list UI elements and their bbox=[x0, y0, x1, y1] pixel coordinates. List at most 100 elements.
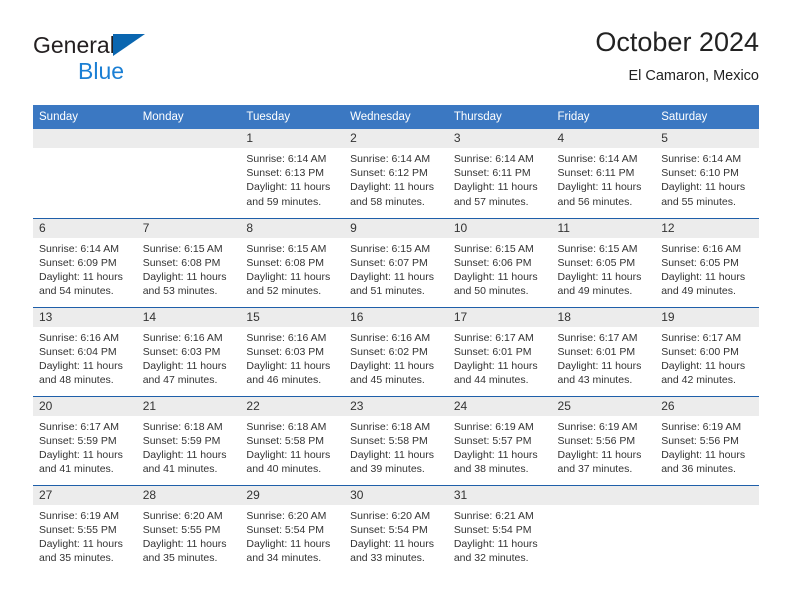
sunrise-text: Sunrise: 6:18 AM bbox=[142, 420, 223, 433]
day-cell[interactable]: 30 Sunrise: 6:20 AM Sunset: 5:54 PM Dayligh… bbox=[344, 484, 448, 574]
day-details: Sunrise: 6:16 AM Sunset: 6:04 PM Daylight:… bbox=[33, 327, 137, 388]
sunrise-text: Sunrise: 6:16 AM bbox=[142, 331, 223, 344]
calendar-page: General Blue October 2024 El Camaron, Me… bbox=[0, 0, 792, 612]
daylight-text-line1: Daylight: 11 hours bbox=[246, 448, 331, 461]
day-cell[interactable]: 1 Sunrise: 6:14 AM Sunset: 6:13 PM Daylight… bbox=[240, 129, 345, 218]
sunrise-text: Sunrise: 6:15 AM bbox=[453, 242, 534, 255]
daylight-text-line2: and 54 minutes. bbox=[39, 285, 114, 298]
day-cell[interactable]: 2 Sunrise: 6:14 AM Sunset: 6:12 PM Daylight… bbox=[344, 129, 448, 218]
day-cell[interactable]: 25 Sunrise: 6:19 AM Sunset: 5:56 PM Dayligh… bbox=[551, 395, 656, 485]
day-number: 13 bbox=[33, 307, 137, 327]
sunrise-text: Sunrise: 6:20 AM bbox=[246, 509, 327, 522]
daylight-text-line1: Daylight: 11 hours bbox=[39, 270, 123, 283]
daylight-text-line2: and 32 minutes. bbox=[453, 552, 529, 565]
sunrise-text: Sunrise: 6:14 AM bbox=[661, 153, 742, 165]
day-cell[interactable]: 9 Sunrise: 6:15 AM Sunset: 6:07 PM Daylight… bbox=[344, 217, 448, 307]
daylight-text-line2: and 34 minutes. bbox=[246, 552, 322, 565]
day-number: 5 bbox=[655, 129, 759, 148]
daylight-text-line1: Daylight: 11 hours bbox=[557, 270, 642, 283]
day-cell[interactable]: 20 Sunrise: 6:17 AM Sunset: 5:59 PM Dayligh… bbox=[33, 395, 137, 485]
day-details: Sunrise: 6:19 AM Sunset: 5:56 PM Daylight:… bbox=[655, 416, 759, 477]
day-cell[interactable]: 28 Sunrise: 6:20 AM Sunset: 5:55 PM Dayligh… bbox=[136, 484, 241, 574]
day-details: Sunrise: 6:18 AM Sunset: 5:58 PM Daylight:… bbox=[344, 416, 448, 477]
day-cell[interactable]: 12 Sunrise: 6:16 AM Sunset: 6:05 PM Dayligh… bbox=[655, 217, 759, 307]
daylight-text-line1: Daylight: 11 hours bbox=[661, 359, 746, 372]
weekday-header-friday: Friday bbox=[551, 105, 656, 129]
daylight-text-line2: and 46 minutes. bbox=[246, 374, 322, 387]
day-cell[interactable]: 15 Sunrise: 6:16 AM Sunset: 6:03 PM Dayligh… bbox=[240, 306, 345, 396]
day-cell-empty bbox=[136, 129, 241, 218]
daylight-text-line1: Daylight: 11 hours bbox=[246, 181, 331, 194]
daylight-text-line1: Daylight: 11 hours bbox=[246, 270, 331, 283]
day-cell[interactable]: 5 Sunrise: 6:14 AM Sunset: 6:10 PM Daylight… bbox=[655, 129, 759, 218]
day-details: Sunrise: 6:17 AM Sunset: 6:00 PM Daylight:… bbox=[655, 327, 759, 388]
day-cell[interactable]: 19 Sunrise: 6:17 AM Sunset: 6:00 PM Dayligh… bbox=[655, 306, 759, 396]
sunrise-text: Sunrise: 6:15 AM bbox=[557, 242, 638, 255]
sunset-text: Sunset: 6:01 PM bbox=[557, 345, 636, 358]
daylight-text-line1: Daylight: 11 hours bbox=[453, 537, 538, 550]
daylight-text-line2: and 56 minutes. bbox=[557, 195, 633, 208]
daylight-text-line2: and 35 minutes. bbox=[39, 552, 114, 565]
weekday-header-saturday: Saturday bbox=[655, 105, 759, 129]
general-blue-logo[interactable]: General Blue bbox=[33, 28, 145, 83]
day-cell[interactable]: 6 Sunrise: 6:14 AM Sunset: 6:09 PM Daylight… bbox=[33, 217, 137, 307]
daylight-text-line1: Daylight: 11 hours bbox=[39, 359, 123, 372]
day-number: 27 bbox=[33, 485, 137, 505]
sunset-text: Sunset: 6:10 PM bbox=[661, 167, 739, 180]
daylight-text-line1: Daylight: 11 hours bbox=[142, 270, 227, 283]
day-cell[interactable]: 8 Sunrise: 6:15 AM Sunset: 6:08 PM Daylight… bbox=[240, 217, 345, 307]
day-cell[interactable]: 4 Sunrise: 6:14 AM Sunset: 6:11 PM Daylight… bbox=[551, 129, 656, 218]
day-cell[interactable]: 27 Sunrise: 6:19 AM Sunset: 5:55 PM Dayligh… bbox=[33, 484, 137, 574]
daylight-text-line1: Daylight: 11 hours bbox=[350, 270, 434, 283]
day-cell[interactable]: 23 Sunrise: 6:18 AM Sunset: 5:58 PM Dayligh… bbox=[344, 395, 448, 485]
daylight-text-line2: and 36 minutes. bbox=[661, 463, 736, 476]
daylight-text-line2: and 45 minutes. bbox=[350, 374, 425, 387]
day-cell[interactable]: 7 Sunrise: 6:15 AM Sunset: 6:08 PM Daylight… bbox=[136, 217, 241, 307]
daylight-text-line2: and 59 minutes. bbox=[246, 195, 322, 208]
day-cell[interactable]: 18 Sunrise: 6:17 AM Sunset: 6:01 PM Dayligh… bbox=[551, 306, 656, 396]
sunrise-text: Sunrise: 6:16 AM bbox=[350, 331, 431, 344]
sunset-text: Sunset: 6:11 PM bbox=[453, 167, 531, 180]
day-cell[interactable]: 26 Sunrise: 6:19 AM Sunset: 5:56 PM Dayligh… bbox=[655, 395, 759, 485]
day-cell[interactable]: 16 Sunrise: 6:16 AM Sunset: 6:02 PM Dayligh… bbox=[344, 306, 448, 396]
sunset-text: Sunset: 6:05 PM bbox=[557, 256, 636, 269]
daylight-text-line1: Daylight: 11 hours bbox=[39, 537, 123, 550]
day-cell-empty bbox=[655, 484, 759, 574]
day-number: 4 bbox=[551, 129, 656, 148]
daylight-text-line2: and 43 minutes. bbox=[557, 374, 633, 387]
day-cell[interactable]: 29 Sunrise: 6:20 AM Sunset: 5:54 PM Dayligh… bbox=[240, 484, 345, 574]
day-cell[interactable]: 31 Sunrise: 6:21 AM Sunset: 5:54 PM Dayligh… bbox=[447, 484, 552, 574]
day-details: Sunrise: 6:14 AM Sunset: 6:09 PM Daylight:… bbox=[33, 238, 137, 299]
daylight-text-line1: Daylight: 11 hours bbox=[142, 359, 227, 372]
sunset-text: Sunset: 6:11 PM bbox=[557, 167, 635, 180]
day-number: 26 bbox=[655, 396, 759, 416]
sunset-text: Sunset: 5:55 PM bbox=[142, 523, 221, 536]
sunset-text: Sunset: 5:57 PM bbox=[453, 434, 532, 447]
day-cell[interactable]: 14 Sunrise: 6:16 AM Sunset: 6:03 PM Dayligh… bbox=[136, 306, 241, 396]
day-cell[interactable]: 21 Sunrise: 6:18 AM Sunset: 5:59 PM Dayligh… bbox=[136, 395, 241, 485]
daylight-text-line2: and 33 minutes. bbox=[350, 552, 425, 565]
day-cell[interactable]: 17 Sunrise: 6:17 AM Sunset: 6:01 PM Dayligh… bbox=[447, 306, 552, 396]
sunrise-text: Sunrise: 6:19 AM bbox=[661, 420, 742, 433]
sunrise-text: Sunrise: 6:16 AM bbox=[661, 242, 742, 255]
day-cell-empty bbox=[551, 484, 656, 574]
day-number: 16 bbox=[344, 307, 448, 327]
day-cell[interactable]: 3 Sunrise: 6:14 AM Sunset: 6:11 PM Daylight… bbox=[447, 129, 552, 218]
day-cell[interactable]: 10 Sunrise: 6:15 AM Sunset: 6:06 PM Dayligh… bbox=[447, 217, 552, 307]
daylight-text-line1: Daylight: 11 hours bbox=[557, 359, 642, 372]
day-cell[interactable]: 11 Sunrise: 6:15 AM Sunset: 6:05 PM Dayligh… bbox=[551, 217, 656, 307]
day-details: Sunrise: 6:14 AM Sunset: 6:12 PM Daylight:… bbox=[344, 148, 448, 209]
day-number: 21 bbox=[136, 396, 241, 416]
day-details: Sunrise: 6:18 AM Sunset: 5:58 PM Daylight:… bbox=[240, 416, 344, 477]
day-cell[interactable]: 24 Sunrise: 6:19 AM Sunset: 5:57 PM Dayligh… bbox=[447, 395, 552, 485]
day-details: Sunrise: 6:15 AM Sunset: 6:05 PM Daylight:… bbox=[552, 238, 656, 299]
day-number: 28 bbox=[136, 485, 241, 505]
daylight-text-line1: Daylight: 11 hours bbox=[246, 537, 331, 550]
sunset-text: Sunset: 6:07 PM bbox=[350, 256, 428, 269]
week-row: 6 Sunrise: 6:14 AM Sunset: 6:09 PM Daylight… bbox=[33, 217, 759, 307]
day-cell[interactable]: 22 Sunrise: 6:18 AM Sunset: 5:58 PM Dayligh… bbox=[240, 395, 345, 485]
logo-text-general: General bbox=[33, 32, 115, 58]
day-cell[interactable]: 13 Sunrise: 6:16 AM Sunset: 6:04 PM Dayligh… bbox=[33, 306, 137, 396]
sunset-text: Sunset: 6:13 PM bbox=[246, 167, 325, 180]
day-number: 1 bbox=[240, 129, 345, 148]
